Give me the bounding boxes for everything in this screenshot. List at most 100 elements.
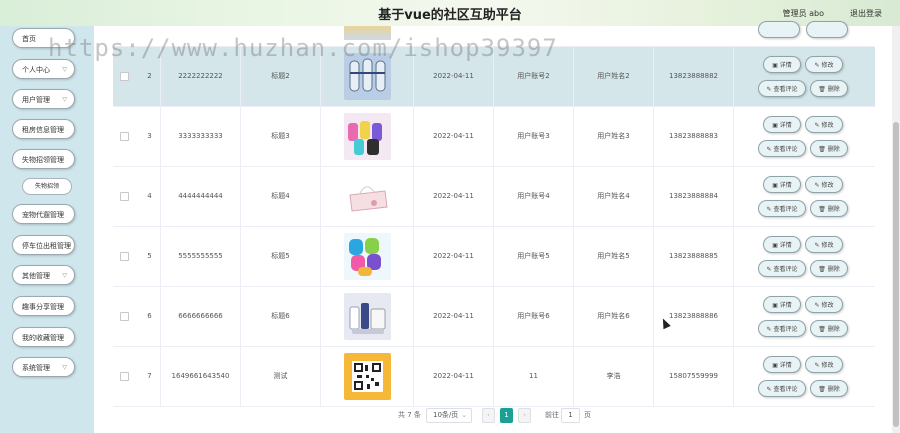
- sidebar-item-fun-share[interactable]: 趣事分享管理: [12, 296, 75, 316]
- delete-button[interactable]: 🗑 删除: [810, 260, 848, 277]
- detail-label: 详情: [779, 302, 792, 309]
- detail-button[interactable]: ▣ 详情: [763, 56, 801, 73]
- index-cell: 3: [139, 107, 161, 166]
- name-cell: 用户姓名4: [574, 167, 654, 226]
- delete-label: 删除: [827, 326, 840, 333]
- prev-page-button[interactable]: ‹: [482, 408, 495, 423]
- page-size-select[interactable]: 10条/页 ⌄: [426, 408, 472, 423]
- view-comment-button[interactable]: ✎ 查看评论: [758, 140, 806, 157]
- delete-button[interactable]: 🗑 删除: [810, 380, 848, 397]
- sidebar-item-other[interactable]: 其他管理 ▽: [12, 265, 75, 285]
- edit-button[interactable]: ✎ 修改: [805, 236, 843, 253]
- partial-row: [113, 21, 875, 47]
- detail-label: 详情: [779, 62, 792, 69]
- row-checkbox[interactable]: [120, 192, 129, 201]
- edit-button[interactable]: ✎ 修改: [805, 116, 843, 133]
- index-cell: 6: [139, 287, 161, 346]
- page-number-active[interactable]: 1: [500, 408, 513, 423]
- sidebar-item-parking[interactable]: 停车位出租管理: [12, 235, 75, 255]
- table-row[interactable]: 4 4444444444 标题4 2022-04-11 用户账号4 用户姓名4 …: [113, 167, 875, 227]
- edit-button[interactable]: ✎ 修改: [805, 356, 843, 373]
- sidebar-item-home[interactable]: 首页: [12, 28, 75, 48]
- table-row[interactable]: 3 3333333333 标题3 2022-04-11 用户账号3 用户姓名3 …: [113, 107, 875, 167]
- table-row[interactable]: 2 2222222222 标题2 2022-04-11 用户账号2 用户姓名2 …: [113, 47, 875, 107]
- comment-label: 查看评论: [773, 266, 798, 273]
- sidebar-item-favorites[interactable]: 我的收藏管理: [12, 327, 75, 347]
- edit-button[interactable]: ✎ 修改: [805, 56, 843, 73]
- account-cell: 用户账号2: [494, 47, 574, 106]
- detail-button[interactable]: ▣ 详情: [763, 356, 801, 373]
- detail-button[interactable]: ▣ 详情: [763, 116, 801, 133]
- date-cell: 2022-04-11: [414, 107, 494, 166]
- view-comment-button[interactable]: ✎ 查看评论: [758, 260, 806, 277]
- qr-code-image: [344, 353, 391, 400]
- sidebar-item-profile[interactable]: 个人中心 ▽: [12, 59, 75, 79]
- delete-button[interactable]: 🗑 删除: [810, 140, 848, 157]
- delete-button[interactable]: [806, 21, 848, 38]
- row-checkbox[interactable]: [120, 132, 129, 141]
- sidebar-item-lost-found[interactable]: 失物招领管理: [12, 149, 75, 169]
- delete-button[interactable]: 🗑 删除: [810, 320, 848, 337]
- edit-button[interactable]: ✎ 修改: [805, 296, 843, 313]
- row-checkbox[interactable]: [120, 372, 129, 381]
- table-row[interactable]: 6 6666666666 标题6 2022-04-11 用户账号6 用户姓名6 …: [113, 287, 875, 347]
- view-comment-button[interactable]: [758, 21, 800, 38]
- row-checkbox[interactable]: [120, 72, 129, 81]
- phone-cell: 13823888885: [654, 227, 734, 286]
- logout-link[interactable]: 退出登录: [850, 8, 882, 19]
- partial-image: [344, 26, 391, 40]
- trash-icon: 🗑: [818, 86, 828, 93]
- chevron-right-icon: ›: [523, 411, 526, 419]
- sidebar-item-label: 其他管理: [22, 272, 50, 280]
- scrollbar-thumb[interactable]: [893, 122, 899, 427]
- color-towels-image: [344, 233, 391, 280]
- next-page-button[interactable]: ›: [518, 408, 531, 423]
- row-checkbox[interactable]: [120, 252, 129, 261]
- goto-page-input[interactable]: 1: [561, 408, 580, 423]
- name-cell: 用户姓名5: [574, 227, 654, 286]
- row-checkbox[interactable]: [120, 312, 129, 321]
- sidebar-item-users[interactable]: 用户管理 ▽: [12, 89, 75, 109]
- delete-button[interactable]: 🗑 删除: [810, 200, 848, 217]
- name-cell: 用户姓名3: [574, 107, 654, 166]
- detail-button[interactable]: ▣ 详情: [763, 176, 801, 193]
- phone-cell: 13823888883: [654, 107, 734, 166]
- table-row[interactable]: 7 1649661643540 测试 2022-04-11 11 李浩 1580…: [113, 347, 875, 407]
- date-cell: 2022-04-11: [414, 227, 494, 286]
- colorful-rolls-image: [344, 113, 391, 160]
- view-comment-button[interactable]: ✎ 查看评论: [758, 80, 806, 97]
- code-cell: 2222222222: [161, 47, 241, 106]
- sidebar-item-pet-walking[interactable]: 宠物代遛管理: [12, 204, 75, 224]
- page-unit-label: 页: [584, 411, 591, 419]
- scrollbar[interactable]: [892, 26, 900, 433]
- account-cell: 用户账号3: [494, 107, 574, 166]
- goto-label: 前往: [545, 411, 559, 419]
- sidebar-item-rental[interactable]: 租房信息管理: [12, 119, 75, 139]
- code-cell: 6666666666: [161, 287, 241, 346]
- view-comment-button[interactable]: ✎ 查看评论: [758, 380, 806, 397]
- edit-label: 修改: [821, 242, 834, 249]
- view-comment-button[interactable]: ✎ 查看评论: [758, 200, 806, 217]
- detail-icon: ▣: [772, 122, 780, 129]
- name-cell: 用户姓名2: [574, 47, 654, 106]
- chevron-left-icon: ‹: [487, 411, 490, 419]
- sidebar-item-label: 趣事分享管理: [22, 303, 64, 311]
- sidebar-item-label: 用户管理: [22, 96, 50, 104]
- name-cell: 用户姓名6: [574, 287, 654, 346]
- toiletries-image: [344, 293, 391, 340]
- detail-button[interactable]: ▣ 详情: [763, 296, 801, 313]
- edit-label: 修改: [821, 62, 834, 69]
- sidebar-subitem-lost-found[interactable]: 失物招领: [22, 178, 72, 195]
- title-cell: 标题2: [241, 47, 321, 106]
- sidebar-item-system[interactable]: 系统管理 ▽: [12, 357, 75, 377]
- edit-button[interactable]: ✎ 修改: [805, 176, 843, 193]
- comment-label: 查看评论: [773, 146, 798, 153]
- name-cell: 李浩: [574, 347, 654, 406]
- table-row[interactable]: 5 5555555555 标题5 2022-04-11 用户账号5 用户姓名5 …: [113, 227, 875, 287]
- comment-label: 查看评论: [773, 86, 798, 93]
- detail-button[interactable]: ▣ 详情: [763, 236, 801, 253]
- delete-button[interactable]: 🗑 删除: [810, 80, 848, 97]
- edit-label: 修改: [821, 122, 834, 129]
- trash-icon: 🗑: [818, 266, 828, 273]
- view-comment-button[interactable]: ✎ 查看评论: [758, 320, 806, 337]
